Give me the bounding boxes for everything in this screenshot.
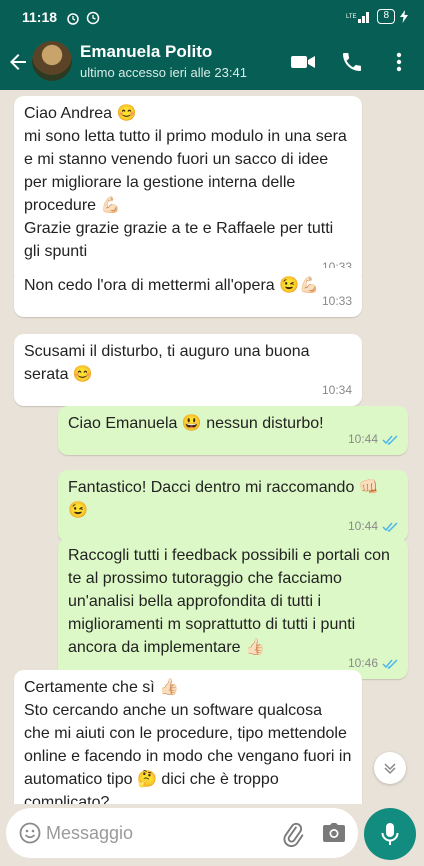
read-ticks-icon xyxy=(382,521,398,532)
message-input[interactable] xyxy=(46,820,266,846)
message-time: 10:34 xyxy=(321,383,352,397)
message-meta: 10:33 xyxy=(322,290,352,313)
status-bar: 11:18 LTE 8 xyxy=(0,0,424,36)
message-bubble-incoming[interactable]: Ciao Andrea 😊 mi sono letta tutto il pri… xyxy=(14,96,362,283)
more-vert-icon[interactable] xyxy=(392,50,406,79)
chat-area[interactable]: Ciao Andrea 😊 mi sono letta tutto il pri… xyxy=(0,90,424,804)
status-notification-icons xyxy=(66,11,100,25)
charging-icon xyxy=(400,10,408,23)
status-right-group: LTE 8 xyxy=(346,9,408,24)
message-text: Raccogli tutti i feedback possibili e po… xyxy=(68,547,390,656)
chevron-down-icon xyxy=(384,763,396,775)
emoji-icon[interactable] xyxy=(18,821,42,850)
message-time: 10:44 xyxy=(347,432,378,446)
back-arrow-icon[interactable] xyxy=(6,50,30,79)
message-meta: 10:34 xyxy=(322,379,352,402)
message-bubble-incoming[interactable]: Scusami il disturbo, ti auguro una buona… xyxy=(14,334,362,406)
avatar[interactable] xyxy=(32,41,72,81)
status-time: 11:18 xyxy=(22,9,58,25)
message-meta: 10:44 xyxy=(348,515,398,538)
message-composer xyxy=(6,808,358,858)
scroll-down-button[interactable] xyxy=(374,752,406,784)
last-seen: ultimo accesso ieri alle 23:41 xyxy=(80,65,247,80)
message-bubble-incoming[interactable]: Certamente che sì 👍🏻 Sto cercando anche … xyxy=(14,670,362,804)
message-text: Certamente che sì 👍🏻 Sto cercando anche … xyxy=(24,679,352,804)
phone-icon[interactable] xyxy=(340,50,364,79)
alarm-icon xyxy=(67,13,79,25)
clock-icon xyxy=(86,11,100,25)
message-time: 10:44 xyxy=(347,519,378,533)
message-text: Non cedo l'ora di mettermi all'opera 😉💪🏻 xyxy=(24,277,319,294)
message-text: Ciao Andrea 😊 mi sono letta tutto il pri… xyxy=(24,105,347,260)
message-time: 10:33 xyxy=(321,294,352,308)
message-bubble-outgoing[interactable]: Fantastico! Dacci dentro mi raccomando 👊… xyxy=(58,470,408,542)
message-bubble-incoming[interactable]: Non cedo l'ora di mettermi all'opera 😉💪🏻… xyxy=(14,268,362,317)
mic-icon xyxy=(381,823,399,845)
message-meta: 10:44 xyxy=(348,428,398,451)
signal-icon: LTE xyxy=(346,11,370,23)
battery-indicator: 8 xyxy=(377,9,395,24)
chat-header: Emanuela Polito ultimo accesso ieri alle… xyxy=(0,36,424,90)
read-ticks-icon xyxy=(382,658,398,669)
attach-icon[interactable] xyxy=(280,821,306,852)
message-bubble-outgoing[interactable]: Raccogli tutti i feedback possibili e po… xyxy=(58,538,408,679)
video-call-icon[interactable] xyxy=(290,50,316,79)
contact-name[interactable]: Emanuela Polito xyxy=(80,42,212,62)
message-text: Scusami il disturbo, ti auguro una buona… xyxy=(24,343,310,383)
svg-text:LTE: LTE xyxy=(346,14,357,20)
mic-button[interactable] xyxy=(364,808,416,860)
camera-icon[interactable] xyxy=(322,822,346,849)
message-bubble-outgoing[interactable]: Ciao Emanuela 😃 nessun disturbo! 10:44 xyxy=(58,406,408,455)
read-ticks-icon xyxy=(382,434,398,445)
